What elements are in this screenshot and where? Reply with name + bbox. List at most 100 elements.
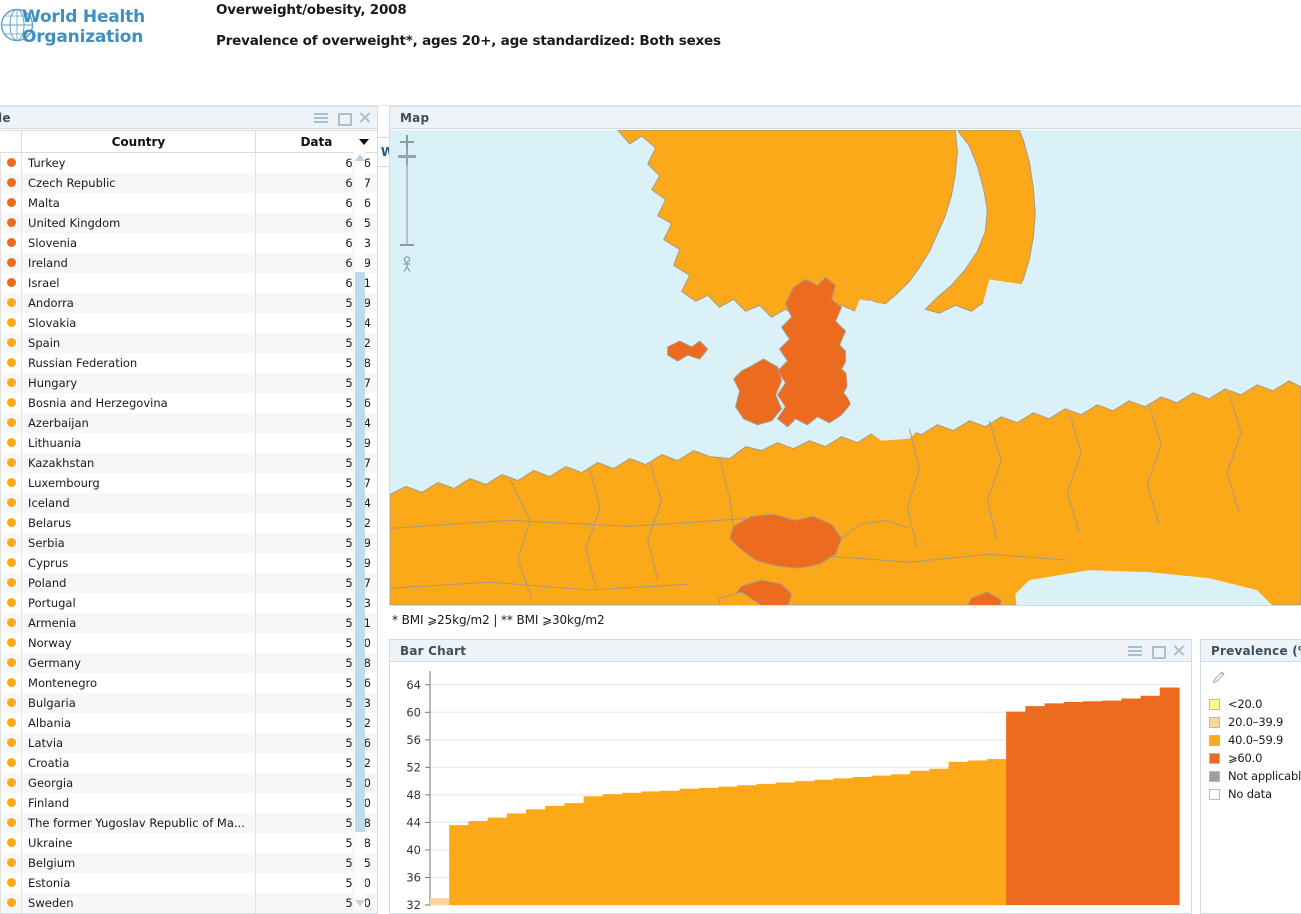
- bar[interactable]: [583, 796, 604, 905]
- table-row[interactable]: Georgia53.0: [0, 772, 377, 793]
- scrollbar-thumb[interactable]: [355, 272, 365, 832]
- person-icon[interactable]: [400, 256, 414, 272]
- bar[interactable]: [679, 788, 700, 905]
- table-row[interactable]: Turkey63.6: [0, 152, 377, 173]
- bar[interactable]: [602, 794, 623, 905]
- zoom-slider-handle[interactable]: [398, 148, 416, 165]
- bar[interactable]: [641, 791, 662, 905]
- table-row[interactable]: Norway55.0: [0, 632, 377, 653]
- bar[interactable]: [718, 786, 738, 905]
- bar[interactable]: [986, 759, 1007, 905]
- bar[interactable]: [871, 775, 892, 905]
- bar[interactable]: [622, 792, 642, 905]
- table-row[interactable]: Latvia53.6: [0, 732, 377, 753]
- table-row[interactable]: Malta61.6: [0, 192, 377, 213]
- table-row[interactable]: Bulgaria54.3: [0, 692, 377, 713]
- table-header-data[interactable]: Data: [254, 130, 377, 153]
- bar[interactable]: [449, 825, 470, 905]
- table-row[interactable]: Hungary57.7: [0, 372, 377, 393]
- table-row[interactable]: Russian Federation57.8: [0, 352, 377, 373]
- bar[interactable]: [1082, 701, 1103, 905]
- legend-item[interactable]: <20.0: [1209, 695, 1301, 713]
- table-row[interactable]: Israel60.1: [0, 272, 377, 293]
- table-row[interactable]: Slovakia58.4: [0, 312, 377, 333]
- bar[interactable]: [545, 805, 566, 905]
- scroll-down-icon[interactable]: [355, 900, 365, 907]
- bar[interactable]: [1006, 711, 1026, 905]
- table-row[interactable]: Germany54.8: [0, 652, 377, 673]
- map-zoom-control[interactable]: [396, 135, 418, 272]
- close-icon[interactable]: [1171, 642, 1187, 658]
- table-row[interactable]: Luxembourg56.7: [0, 472, 377, 493]
- bar[interactable]: [1121, 698, 1142, 905]
- bar[interactable]: [1140, 695, 1161, 905]
- maximize-icon[interactable]: [335, 109, 352, 126]
- table-row[interactable]: Albania54.2: [0, 712, 377, 733]
- legend-item[interactable]: Not applicable: [1209, 767, 1301, 785]
- bar[interactable]: [967, 760, 988, 905]
- table-row[interactable]: Poland55.7: [0, 572, 377, 593]
- bar[interactable]: [833, 778, 854, 905]
- bar[interactable]: [1102, 700, 1122, 905]
- table-vertical-scrollbar[interactable]: [353, 152, 365, 909]
- bar[interactable]: [526, 809, 546, 905]
- bar[interactable]: [468, 821, 489, 905]
- table-row[interactable]: Kazakhstan56.7: [0, 452, 377, 473]
- table-row[interactable]: Ukraine51.8: [0, 832, 377, 853]
- table-row[interactable]: Cyprus55.9: [0, 552, 377, 573]
- bar[interactable]: [660, 790, 681, 905]
- table-row[interactable]: Bosnia and Herzegovina57.6: [0, 392, 377, 413]
- table-row[interactable]: Portugal55.3: [0, 592, 377, 613]
- bar[interactable]: [775, 782, 796, 905]
- map-canvas[interactable]: [390, 130, 1301, 605]
- table-row[interactable]: Czech Republic61.7: [0, 172, 377, 193]
- legend-item[interactable]: 40.0–59.9: [1209, 731, 1301, 749]
- table-row[interactable]: Serbia55.9: [0, 532, 377, 553]
- table-row[interactable]: Slovenia61.3: [0, 232, 377, 253]
- bar[interactable]: [1025, 706, 1046, 905]
- table-row[interactable]: Belgium51.5: [0, 852, 377, 873]
- table-row[interactable]: Croatia53.2: [0, 752, 377, 773]
- table-row[interactable]: Montenegro54.6: [0, 672, 377, 693]
- bar[interactable]: [430, 898, 450, 905]
- table-row[interactable]: Andorra58.9: [0, 292, 377, 313]
- table-row[interactable]: Azerbaijan57.4: [0, 412, 377, 433]
- bar[interactable]: [852, 776, 873, 905]
- legend-item[interactable]: ⩾60.0: [1209, 749, 1301, 767]
- hamburger-menu-icon[interactable]: [1127, 642, 1143, 658]
- hamburger-menu-icon[interactable]: [313, 109, 329, 125]
- table-row[interactable]: The former Yugoslav Republic of Ma...52.…: [0, 812, 377, 833]
- close-icon[interactable]: [357, 109, 373, 125]
- table-row[interactable]: Spain58.2: [0, 332, 377, 353]
- table-row[interactable]: Armenia55.1: [0, 612, 377, 633]
- scroll-up-icon[interactable]: [355, 154, 365, 161]
- table-scroll-region[interactable]: Country Data Turkey63.6Czech Republic61.…: [0, 130, 377, 913]
- minus-icon[interactable]: [400, 238, 414, 252]
- bar[interactable]: [794, 781, 815, 905]
- bar[interactable]: [756, 783, 777, 905]
- bar[interactable]: [487, 817, 508, 905]
- legend-item[interactable]: No data: [1209, 785, 1301, 803]
- bar[interactable]: [506, 813, 527, 905]
- bar[interactable]: [948, 761, 969, 905]
- bar[interactable]: [1044, 703, 1065, 905]
- bar[interactable]: [698, 788, 719, 905]
- table-row[interactable]: Sweden50.0: [0, 892, 377, 913]
- bar[interactable]: [564, 803, 585, 905]
- table-row[interactable]: Lithuania56.9: [0, 432, 377, 453]
- bar[interactable]: [910, 770, 930, 905]
- table-row[interactable]: United Kingdom61.5: [0, 212, 377, 233]
- bar[interactable]: [737, 785, 758, 905]
- table-row[interactable]: Iceland56.4: [0, 492, 377, 513]
- table-row[interactable]: Ireland60.9: [0, 252, 377, 273]
- table-row[interactable]: Finland53.0: [0, 792, 377, 813]
- bar[interactable]: [890, 774, 911, 905]
- bar[interactable]: [929, 768, 950, 905]
- table-row[interactable]: Belarus56.2: [0, 512, 377, 533]
- legend-item[interactable]: 20.0–39.9: [1209, 713, 1301, 731]
- bar[interactable]: [814, 779, 834, 905]
- plus-icon[interactable]: [400, 135, 414, 149]
- bar[interactable]: [1159, 687, 1180, 905]
- zoom-slider-track[interactable]: [406, 153, 408, 245]
- maximize-icon[interactable]: [1149, 642, 1166, 659]
